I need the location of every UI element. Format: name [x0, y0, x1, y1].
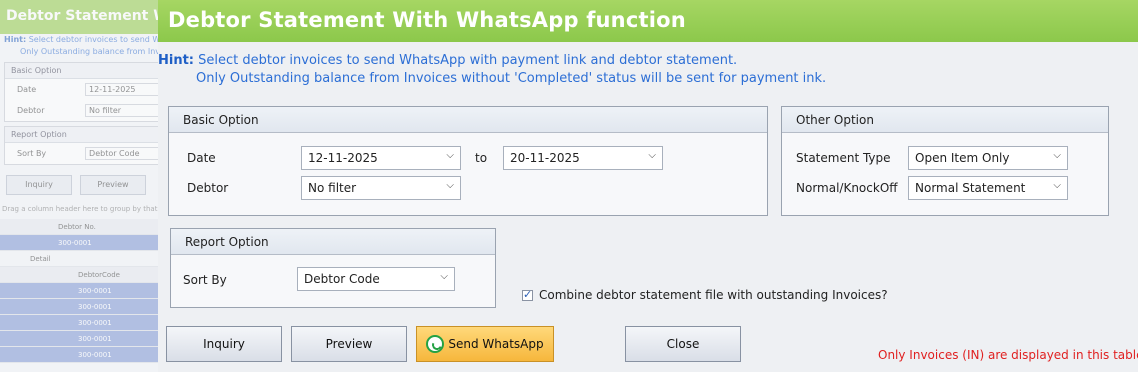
knockoff-label: Normal/KnockOff: [796, 181, 898, 195]
background-detail-cell: 300-0001: [78, 334, 112, 343]
background-detail-cell: 300-0001: [78, 302, 112, 311]
background-sortby-value[interactable]: Debtor Code: [85, 147, 160, 160]
background-hint-line1: Select debtor invoices to send Wha: [28, 35, 160, 44]
dialog-title: Debtor Statement With WhatsApp function: [168, 8, 686, 32]
hint-line2: Only Outstanding balance from Invoices w…: [196, 71, 827, 86]
hint-label: Hint:: [158, 53, 195, 68]
preview-button[interactable]: Preview: [291, 326, 407, 362]
to-label: to: [475, 151, 488, 165]
background-grid-row[interactable]: 300-0001: [0, 235, 160, 251]
sort-by-value: Debtor Code: [304, 272, 380, 286]
chevron-down-icon: ⌵: [648, 150, 656, 161]
background-window-title: Debtor Statement Wi: [0, 0, 160, 34]
whatsapp-icon: [426, 335, 445, 353]
background-report-header: Report Option: [5, 127, 160, 143]
chevron-down-icon: ⌵: [446, 150, 454, 161]
debtor-value: No filter: [308, 181, 357, 195]
combine-checkbox-label: Combine debtor statement file with outst…: [539, 288, 888, 302]
background-debtor-label: Debtor: [17, 106, 45, 115]
report-option-group: Report Option Sort By Debtor Code ⌵: [170, 228, 496, 308]
background-window: Debtor Statement Wi Hint: Select debtor …: [0, 0, 160, 372]
background-hint: Hint: Select debtor invoices to send Wha: [0, 34, 160, 46]
background-grid-header-label: Debtor No.: [58, 222, 96, 231]
background-detail-cell: 300-0001: [78, 350, 112, 359]
background-detail-header: DebtorCode: [0, 267, 160, 283]
table-row[interactable]: 300-0001: [0, 283, 160, 299]
debtor-select[interactable]: No filter ⌵: [301, 176, 461, 200]
dialog-title-bar[interactable]: Debtor Statement With WhatsApp function: [158, 0, 1138, 42]
table-row[interactable]: 300-0001: [0, 315, 160, 331]
debtor-statement-dialog: Debtor Statement With WhatsApp function …: [158, 0, 1138, 372]
background-inquiry-button[interactable]: Inquiry: [6, 175, 72, 195]
send-whatsapp-button[interactable]: Send WhatsApp: [416, 326, 554, 362]
background-detail-col: DebtorCode: [78, 270, 120, 279]
chevron-down-icon: ⌵: [446, 180, 454, 191]
date-label: Date: [187, 151, 216, 165]
basic-option-group: Basic Option Date 12-11-2025 ⌵ to 20-11-…: [168, 106, 768, 216]
background-grid: Debtor No. 300-0001 Detail DebtorCode 30…: [0, 219, 160, 363]
date-to-value: 20-11-2025: [510, 151, 580, 165]
background-basic-option: Basic Option Date 12-11-2025 Debtor No f…: [4, 62, 160, 122]
background-date-label: Date: [17, 85, 37, 94]
basic-option-header: Basic Option: [169, 107, 767, 133]
background-report-option: Report Option Sort By Debtor Code: [4, 126, 160, 165]
background-buttons: Inquiry Preview: [6, 175, 160, 195]
background-hint-line2: Only Outstanding balance from Inv: [20, 47, 160, 56]
chevron-down-icon: ⌵: [440, 271, 448, 282]
background-date-row: Date 12-11-2025: [5, 79, 160, 100]
debtor-label: Debtor: [187, 181, 229, 195]
background-detail-cell: 300-0001: [78, 286, 112, 295]
table-row[interactable]: 300-0001: [0, 299, 160, 315]
inquiry-button[interactable]: Inquiry: [166, 326, 282, 362]
date-from-value: 12-11-2025: [308, 151, 378, 165]
chevron-down-icon: ⌵: [1053, 180, 1061, 191]
background-basic-header: Basic Option: [5, 63, 160, 79]
background-hint-label: Hint:: [4, 35, 27, 44]
background-grid-row-value: 300-0001: [58, 238, 92, 247]
background-group-hint: Drag a column header here to group by th…: [2, 205, 160, 213]
statement-type-value: Open Item Only: [915, 151, 1010, 165]
table-row[interactable]: 300-0001: [0, 347, 160, 363]
close-button[interactable]: Close: [625, 326, 741, 362]
knockoff-value: Normal Statement: [915, 181, 1026, 195]
background-debtor-value[interactable]: No filter: [85, 104, 160, 117]
date-to-select[interactable]: 20-11-2025 ⌵: [503, 146, 663, 170]
statement-type-select[interactable]: Open Item Only ⌵: [908, 146, 1068, 170]
background-sortby-row: Sort By Debtor Code: [5, 143, 160, 164]
sort-by-select[interactable]: Debtor Code ⌵: [297, 267, 455, 291]
send-whatsapp-label: Send WhatsApp: [448, 337, 544, 351]
other-option-group: Other Option Statement Type Open Item On…: [781, 106, 1109, 216]
knockoff-select[interactable]: Normal Statement ⌵: [908, 176, 1068, 200]
background-detail-tab[interactable]: Detail: [0, 251, 160, 267]
background-debtor-row: Debtor No filter: [5, 100, 160, 121]
background-detail-cell: 300-0001: [78, 318, 112, 327]
preview-button-label: Preview: [325, 337, 373, 351]
sort-by-label: Sort By: [183, 273, 227, 287]
combine-checkbox-row[interactable]: Combine debtor statement file with outst…: [522, 288, 888, 302]
background-detail-label: Detail: [30, 254, 51, 263]
hint-text: Hint: Select debtor invoices to send Wha…: [158, 52, 826, 88]
chevron-down-icon: ⌵: [1053, 150, 1061, 161]
inquiry-button-label: Inquiry: [203, 337, 245, 351]
background-grid-header: Debtor No.: [0, 219, 160, 235]
statement-type-label: Statement Type: [796, 151, 891, 165]
background-date-value[interactable]: 12-11-2025: [85, 83, 160, 96]
background-preview-button[interactable]: Preview: [80, 175, 146, 195]
other-option-header: Other Option: [782, 107, 1108, 133]
table-row[interactable]: 300-0001: [0, 331, 160, 347]
close-button-label: Close: [666, 337, 700, 351]
date-from-select[interactable]: 12-11-2025 ⌵: [301, 146, 461, 170]
invoice-table-note: Only Invoices (IN) are displayed in this…: [878, 348, 1138, 362]
combine-checkbox[interactable]: [522, 288, 533, 301]
report-option-header: Report Option: [171, 229, 495, 255]
background-sortby-label: Sort By: [17, 149, 47, 158]
hint-line1: Select debtor invoices to send WhatsApp …: [198, 53, 738, 68]
